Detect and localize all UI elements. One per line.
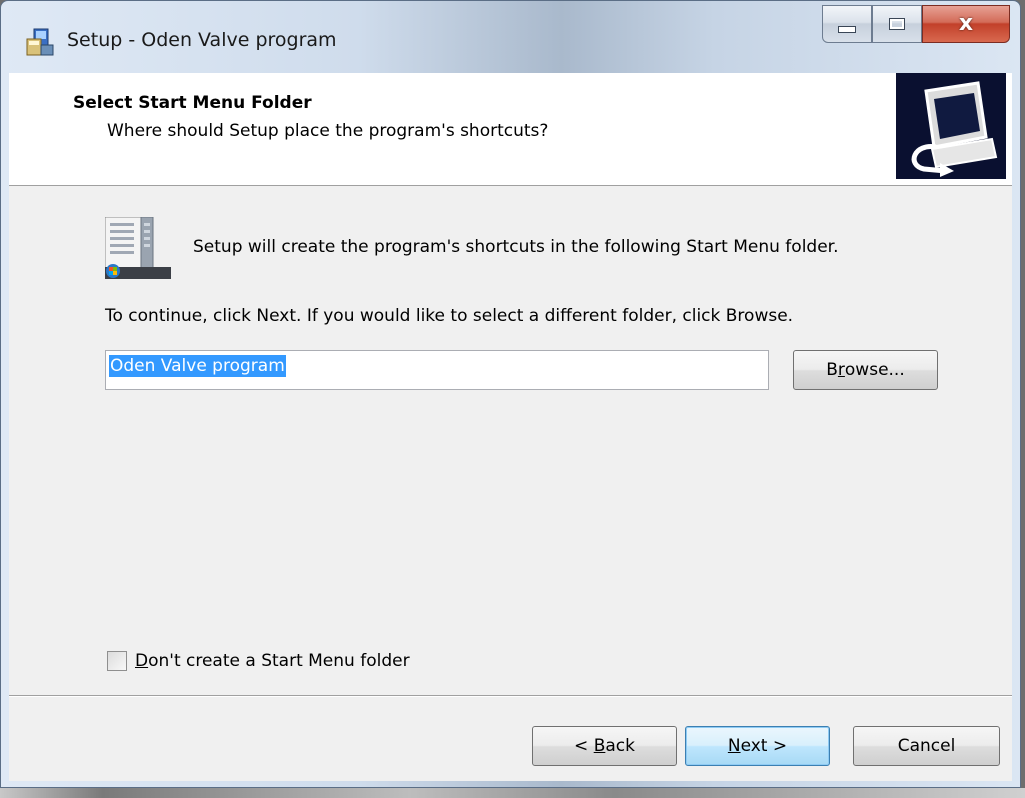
browse-label-pre: B <box>826 360 838 380</box>
minimize-button[interactable] <box>822 5 872 43</box>
footer-divider <box>9 695 1012 697</box>
browse-label-post: owse... <box>844 360 905 380</box>
page-subtitle: Where should Setup place the program's s… <box>107 121 549 141</box>
wizard-computer-icon <box>896 73 1006 179</box>
intro-text: Setup will create the program's shortcut… <box>193 237 839 257</box>
wizard-client-area: Select Start Menu Folder Where should Se… <box>9 73 1012 781</box>
folder-input-value: Oden Valve program <box>109 355 286 377</box>
next-label-accel: N <box>727 736 741 756</box>
back-label-accel: B <box>593 736 606 756</box>
start-menu-folder-input[interactable]: Oden Valve program <box>105 350 769 390</box>
maximize-button[interactable] <box>872 5 922 43</box>
start-menu-folder-icon <box>105 217 171 279</box>
dont-create-folder-checkbox[interactable] <box>107 651 127 671</box>
setup-window: Setup - Oden Valve program x Select Star… <box>0 0 1021 788</box>
title-bar[interactable]: Setup - Oden Valve program x <box>1 1 1020 73</box>
wizard-header: Select Start Menu Folder Where should Se… <box>9 73 1012 186</box>
browse-label-accel: r <box>837 360 845 380</box>
instructions-text: To continue, click Next. If you would li… <box>105 306 794 326</box>
desktop-background <box>0 788 1025 798</box>
browse-button[interactable]: Br owse... <box>793 350 938 390</box>
page-title: Select Start Menu Folder <box>73 93 312 113</box>
back-button[interactable]: < Back <box>532 726 677 766</box>
dont-create-folder-option[interactable]: Don't create a Start Menu folder <box>107 651 410 671</box>
back-label-pre: < <box>574 736 594 756</box>
close-icon: x <box>958 11 974 36</box>
next-label-post: ext > <box>740 736 788 756</box>
cancel-button[interactable]: Cancel <box>853 726 1000 766</box>
minimize-icon <box>838 25 856 33</box>
dont-create-label-accel: D <box>135 651 149 671</box>
maximize-icon <box>889 18 905 30</box>
close-button[interactable]: x <box>922 5 1010 43</box>
back-label-post: ack <box>605 736 635 756</box>
dont-create-label-post: on't create a Start Menu folder <box>148 651 410 671</box>
next-button[interactable]: Next > <box>685 726 830 766</box>
dont-create-folder-label[interactable]: Don't create a Start Menu folder <box>135 651 410 671</box>
setup-app-icon <box>26 28 54 56</box>
caption-buttons: x <box>822 5 1010 43</box>
window-title: Setup - Oden Valve program <box>67 29 337 51</box>
